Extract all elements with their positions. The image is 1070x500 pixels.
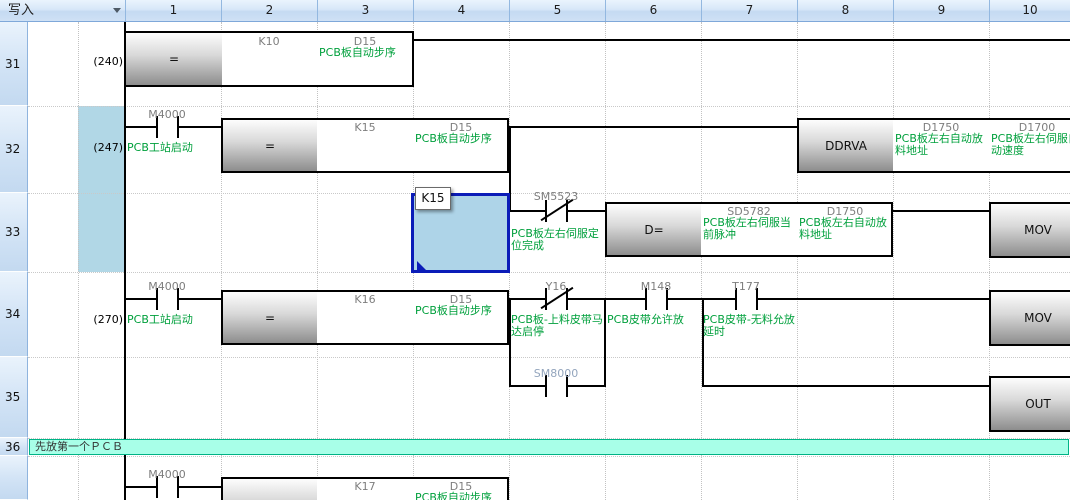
rung-line <box>568 385 606 387</box>
grid-line <box>893 22 894 500</box>
column-header-5[interactable]: 5 <box>509 0 605 21</box>
operand-label[interactable]: K17 <box>317 480 413 493</box>
row-header-35[interactable]: 35 <box>0 357 28 438</box>
statement-row[interactable]: 先放第一个ＰＣＢ <box>29 439 1069 455</box>
grid-line <box>701 22 702 500</box>
row-header-32[interactable]: 32 <box>0 106 28 193</box>
column-header-bar: 写入 1 2 3 4 5 6 7 8 9 10 <box>0 0 1070 22</box>
column-header-9[interactable]: 9 <box>893 0 989 21</box>
power-rail <box>124 22 126 500</box>
plc-ladder-editor: 写入 1 2 3 4 5 6 7 8 9 10 31 32 33 34 35 3… <box>0 0 1070 500</box>
grid-line <box>28 456 1070 457</box>
rung-line <box>179 298 221 300</box>
contact-label[interactable]: SM8000 <box>506 367 606 380</box>
out-block-row35[interactable]: OUT <box>989 376 1070 432</box>
operand-label[interactable]: K15 <box>317 121 413 134</box>
device-comment: PCB板-上料皮带马达启停 <box>511 314 605 338</box>
contact-label[interactable]: SM5523 <box>506 190 606 203</box>
operand-label[interactable]: K10 <box>221 35 317 48</box>
function-box-eq[interactable]: = <box>126 33 222 85</box>
column-header-3[interactable]: 3 <box>317 0 413 21</box>
device-comment: PCB皮带允许放 <box>607 314 684 326</box>
rung-line <box>568 298 645 300</box>
column-header-10[interactable]: 10 <box>989 0 1070 21</box>
rung-line <box>568 210 605 212</box>
edit-marker-icon <box>417 261 428 272</box>
rung-line <box>414 39 1070 41</box>
grid-line <box>28 357 1070 358</box>
column-header-7[interactable]: 7 <box>701 0 797 21</box>
contact-label[interactable]: M4000 <box>117 108 217 121</box>
chevron-down-icon[interactable] <box>113 8 121 13</box>
rung-line <box>893 210 989 212</box>
grid-line <box>221 22 222 500</box>
device-comment: PCB板左右伺服定位完成 <box>511 228 603 252</box>
device-comment: PCB板自动步序 <box>415 305 509 317</box>
device-comment: PCB板左右伺服当前脉冲 <box>703 217 795 241</box>
function-box-eq[interactable]: = <box>223 479 317 500</box>
row-header-31[interactable]: 31 <box>0 22 28 106</box>
grid-line <box>28 272 1070 273</box>
mode-label: 写入 <box>0 0 34 21</box>
contact-label[interactable]: Y16 <box>506 280 606 293</box>
rung-line <box>509 385 545 387</box>
rung-line <box>758 298 989 300</box>
operand-label[interactable]: K16 <box>317 293 413 306</box>
column-header-8[interactable]: 8 <box>797 0 893 21</box>
branch-line <box>702 298 704 387</box>
mov-block-row34[interactable]: MOV <box>989 290 1070 346</box>
column-header-4[interactable]: 4 <box>413 0 509 21</box>
rung-line <box>179 126 221 128</box>
column-header-2[interactable]: 2 <box>221 0 317 21</box>
mov-block-row33[interactable]: MOV <box>989 202 1070 258</box>
contact-label[interactable]: T177 <box>696 280 796 293</box>
rung-line <box>509 298 545 300</box>
column-header-1[interactable]: 1 <box>125 0 221 21</box>
step-number: (270) <box>78 313 123 326</box>
step-number: (240) <box>78 55 123 68</box>
step-column-selection-highlight <box>78 106 125 272</box>
contact-label[interactable]: M4000 <box>117 468 217 481</box>
device-comment: PCB工站启动 <box>127 314 193 326</box>
rung-line <box>126 126 156 128</box>
step-number: (247) <box>78 141 123 154</box>
row-header-34[interactable]: 34 <box>0 272 28 357</box>
row-header-33[interactable]: 33 <box>0 193 28 272</box>
grid-line <box>317 22 318 500</box>
device-comment: PCB皮带-无料允放延时 <box>703 314 797 338</box>
rung-line <box>126 298 156 300</box>
column-header-6[interactable]: 6 <box>605 0 701 21</box>
contact-label[interactable]: M4000 <box>117 280 217 293</box>
rung-line <box>702 385 989 387</box>
row-header-37[interactable] <box>0 456 28 500</box>
grid-line <box>28 106 1070 107</box>
device-comment: PCB板自动步序 <box>415 133 509 145</box>
cell-edit-tooltip: K15 <box>415 187 451 210</box>
row-header-36[interactable]: 36 <box>0 438 28 456</box>
rung-line <box>126 486 156 488</box>
grid-line <box>605 22 606 500</box>
device-comment: PCB板自动步序 <box>415 492 509 500</box>
function-box-eq[interactable]: = <box>223 292 317 343</box>
rung-line <box>509 126 797 128</box>
rung-line <box>179 486 221 488</box>
grid-line <box>78 22 79 500</box>
grid-line <box>797 22 798 500</box>
device-comment: PCB板左右伺服自动速度 <box>991 133 1070 157</box>
rung-line <box>511 210 545 212</box>
device-comment: PCB工站启动 <box>127 142 193 154</box>
function-box-eq[interactable]: = <box>223 120 317 171</box>
device-comment: PCB板左右自动放料地址 <box>799 217 887 241</box>
function-box-deq[interactable]: D= <box>607 204 701 255</box>
function-box-ddrva[interactable]: DDRVA <box>799 120 893 171</box>
device-comment: PCB板左右自动放料地址 <box>895 133 983 157</box>
contact-label[interactable]: M148 <box>606 280 706 293</box>
device-comment: PCB板自动步序 <box>319 47 413 59</box>
